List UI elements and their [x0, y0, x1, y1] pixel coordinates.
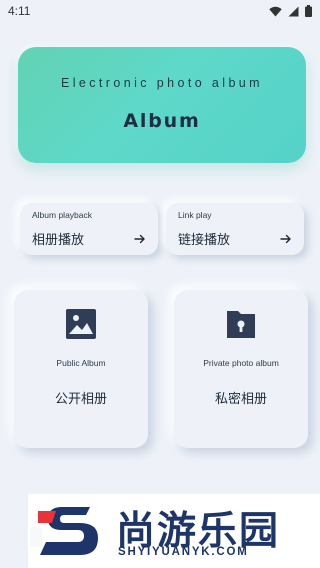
arrow-right-icon	[134, 234, 145, 244]
private-album-card[interactable]: Private photo album 私密相册	[174, 290, 308, 448]
link-play-button[interactable]: Link play 链接播放	[166, 203, 304, 255]
album-banner: Electronic photo album Album	[18, 47, 306, 163]
link-play-label-en: Link play	[178, 210, 212, 220]
status-icons	[269, 5, 312, 17]
private-album-label-en: Private photo album	[203, 358, 279, 368]
battery-icon	[305, 5, 312, 17]
public-album-label-en: Public Album	[56, 358, 106, 368]
album-playback-label-cn: 相册播放	[32, 233, 85, 248]
album-playback-label-en: Album playback	[32, 210, 93, 220]
banner-title: Album	[123, 110, 201, 132]
banner-subtitle: Electronic photo album	[61, 76, 263, 90]
arrow-right-icon	[280, 234, 291, 244]
brand-logo-icon	[38, 507, 98, 555]
status-bar: 4:11	[0, 0, 320, 24]
private-album-label-cn: 私密相册	[214, 392, 267, 407]
wifi-icon	[269, 6, 282, 16]
image-icon	[66, 309, 96, 339]
signal-icon	[288, 6, 299, 16]
locked-folder-icon	[227, 311, 255, 338]
site-watermark: 尚游乐园 SHYIYUANYK.COM	[28, 494, 320, 568]
status-time: 4:11	[8, 4, 31, 18]
public-album-label-cn: 公开相册	[54, 392, 107, 407]
watermark-brand-en: SHYIYUANYK.COM	[118, 546, 249, 558]
album-playback-button[interactable]: Album playback 相册播放	[20, 203, 158, 255]
public-album-card[interactable]: Public Album 公开相册	[14, 290, 148, 448]
link-play-label-cn: 链接播放	[178, 233, 231, 248]
